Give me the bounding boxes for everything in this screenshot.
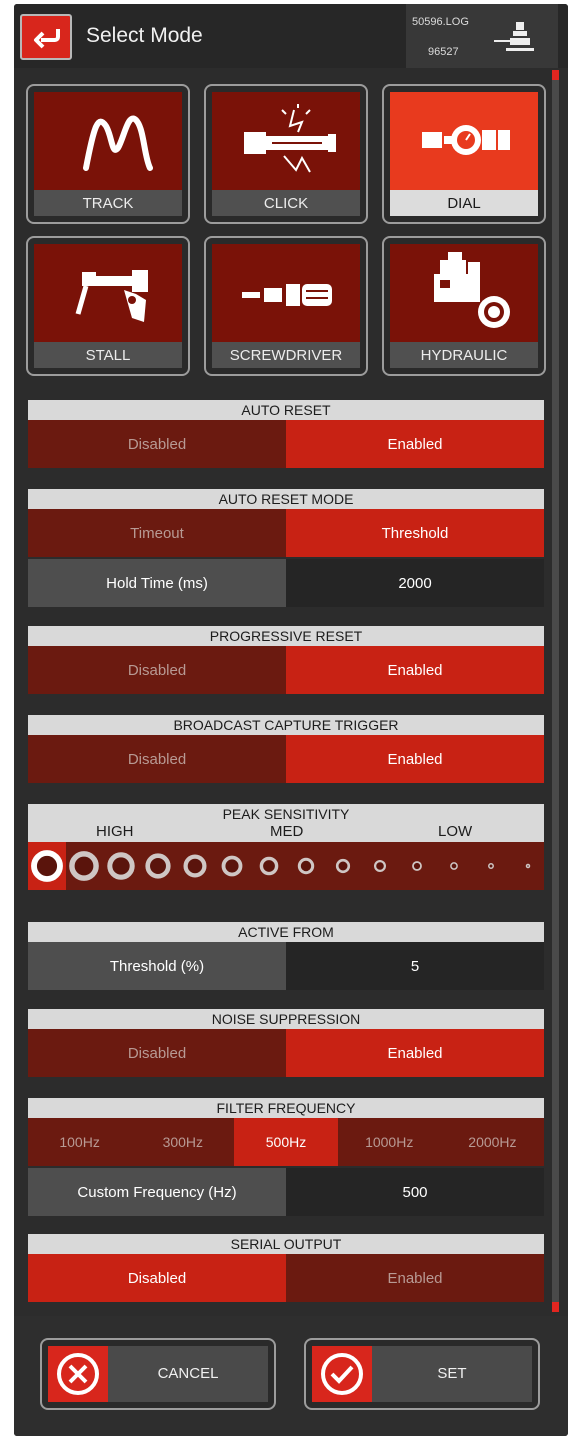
progressive-reset-header: PROGRESSIVE RESET: [28, 626, 544, 646]
sensitivity-level-3[interactable]: [107, 852, 135, 880]
mode-tile-dial[interactable]: DIAL: [382, 84, 546, 224]
auto-reset-mode-header: AUTO RESET MODE: [28, 489, 544, 509]
back-button[interactable]: [20, 14, 72, 60]
sensitivity-level-5[interactable]: [183, 854, 207, 878]
auto-reset-mode-timeout-option[interactable]: Timeout: [28, 509, 286, 557]
log-id: 96527: [428, 46, 459, 58]
broadcast-capture-trigger-header: BROADCAST CAPTURE TRIGGER: [28, 715, 544, 735]
noise-disabled-option[interactable]: Disabled: [28, 1029, 286, 1077]
mode-label-stall: STALL: [34, 342, 182, 368]
active-from-row: Threshold (%) 5: [28, 942, 544, 990]
sensitivity-level-8[interactable]: [297, 857, 315, 875]
filter-frequency-options: 100Hz 300Hz 500Hz 1000Hz 2000Hz: [28, 1118, 545, 1166]
set-button[interactable]: SET: [304, 1338, 540, 1410]
mode-tile-click[interactable]: CLICK: [204, 84, 368, 224]
auto-reset-disabled-option[interactable]: Disabled: [28, 420, 286, 468]
set-label: SET: [437, 1365, 467, 1382]
device-stand-icon: [494, 22, 534, 51]
auto-reset-mode-threshold-option[interactable]: Threshold: [286, 509, 544, 557]
custom-frequency-label: Custom Frequency (Hz): [28, 1168, 286, 1216]
mode-label-screwdriver: SCREWDRIVER: [212, 342, 360, 368]
progressive-reset-toggle: Disabled Enabled: [28, 646, 544, 694]
hold-time-label: Hold Time (ms): [28, 559, 286, 607]
freq-2000hz-option[interactable]: 2000Hz: [440, 1118, 545, 1166]
progressive-reset-enabled-option[interactable]: Enabled: [286, 646, 544, 694]
freq-300hz-option[interactable]: 300Hz: [131, 1118, 235, 1166]
mode-tile-hydraulic[interactable]: HYDRAULIC: [382, 236, 546, 376]
sensitivity-level-7[interactable]: [259, 856, 279, 876]
sensitivity-level-12[interactable]: [450, 862, 458, 870]
serial-output-header: SERIAL OUTPUT: [28, 1234, 544, 1254]
mode-tile-stall[interactable]: STALL: [26, 236, 190, 376]
sensitivity-level-1[interactable]: [31, 850, 63, 882]
check-icon: [321, 1353, 363, 1395]
sensitivity-level-14[interactable]: [525, 863, 531, 869]
scrollbar-end-marker: [552, 1302, 559, 1312]
sensitivity-level-10[interactable]: [373, 859, 387, 873]
freq-500hz-option[interactable]: 500Hz: [234, 1118, 338, 1166]
active-from-header: ACTIVE FROM: [28, 922, 544, 942]
header-bar: Select Mode 50596.LOG 96527: [14, 4, 568, 68]
log-file-name: 50596.LOG: [412, 16, 469, 28]
cancel-button[interactable]: CANCEL: [40, 1338, 276, 1410]
cancel-label: CANCEL: [157, 1365, 219, 1382]
serial-enabled-option[interactable]: Enabled: [286, 1254, 544, 1302]
broadcast-disabled-option[interactable]: Disabled: [28, 735, 286, 783]
peak-sensitivity-selector: [28, 842, 544, 890]
hold-time-field[interactable]: 2000: [286, 559, 544, 607]
sensitivity-low-label: LOW: [438, 823, 473, 840]
sensitivity-med-label: MED: [270, 823, 304, 840]
mode-label-track: TRACK: [34, 190, 182, 216]
sensitivity-level-4[interactable]: [145, 853, 171, 879]
threshold-field[interactable]: 5: [286, 942, 544, 990]
broadcast-capture-trigger-toggle: Disabled Enabled: [28, 735, 544, 783]
mode-label-hydraulic: HYDRAULIC: [390, 342, 538, 368]
peak-sensitivity-scale: HIGH MED LOW: [28, 822, 544, 842]
serial-output-toggle: Disabled Enabled: [28, 1254, 544, 1302]
sensitivity-level-2[interactable]: [69, 851, 99, 881]
progressive-reset-disabled-option[interactable]: Disabled: [28, 646, 286, 694]
log-status: 50596.LOG 96527: [406, 4, 558, 68]
peak-sensitivity-header: PEAK SENSITIVITY: [28, 804, 544, 824]
mode-tile-screwdriver[interactable]: SCREWDRIVER: [204, 236, 368, 376]
noise-suppression-header: NOISE SUPPRESSION: [28, 1009, 544, 1029]
auto-reset-enabled-option[interactable]: Enabled: [286, 420, 544, 468]
auto-reset-header: AUTO RESET: [28, 400, 544, 420]
auto-reset-toggle: Disabled Enabled: [28, 420, 544, 468]
cancel-x-icon: [57, 1353, 99, 1395]
scrollbar-thumb[interactable]: [552, 70, 559, 80]
threshold-label: Threshold (%): [28, 942, 286, 990]
serial-disabled-option[interactable]: Disabled: [28, 1254, 286, 1302]
scrollbar-track[interactable]: [552, 70, 559, 1310]
sensitivity-level-13[interactable]: [488, 863, 494, 869]
noise-suppression-toggle: Disabled Enabled: [28, 1029, 544, 1077]
back-arrow-icon: [34, 29, 60, 49]
mode-label-click: CLICK: [212, 190, 360, 216]
sensitivity-level-6[interactable]: [221, 855, 243, 877]
broadcast-enabled-option[interactable]: Enabled: [286, 735, 544, 783]
custom-frequency-row: Custom Frequency (Hz) 500: [28, 1168, 544, 1216]
sensitivity-level-9[interactable]: [335, 858, 351, 874]
mode-panel: Select Mode 50596.LOG 96527 TRACK CLICK …: [14, 4, 568, 1436]
page-title: Select Mode: [86, 24, 203, 47]
hold-time-row: Hold Time (ms) 2000: [28, 559, 544, 607]
freq-1000hz-option[interactable]: 1000Hz: [337, 1118, 441, 1166]
noise-enabled-option[interactable]: Enabled: [286, 1029, 544, 1077]
filter-frequency-header: FILTER FREQUENCY: [28, 1098, 544, 1118]
custom-frequency-field[interactable]: 500: [286, 1168, 544, 1216]
mode-tile-track[interactable]: TRACK: [26, 84, 190, 224]
sensitivity-high-label: HIGH: [96, 823, 134, 840]
auto-reset-mode-toggle: Timeout Threshold: [28, 509, 544, 557]
sensitivity-level-11[interactable]: [412, 861, 422, 871]
mode-label-dial: DIAL: [390, 190, 538, 216]
freq-100hz-option[interactable]: 100Hz: [28, 1118, 132, 1166]
